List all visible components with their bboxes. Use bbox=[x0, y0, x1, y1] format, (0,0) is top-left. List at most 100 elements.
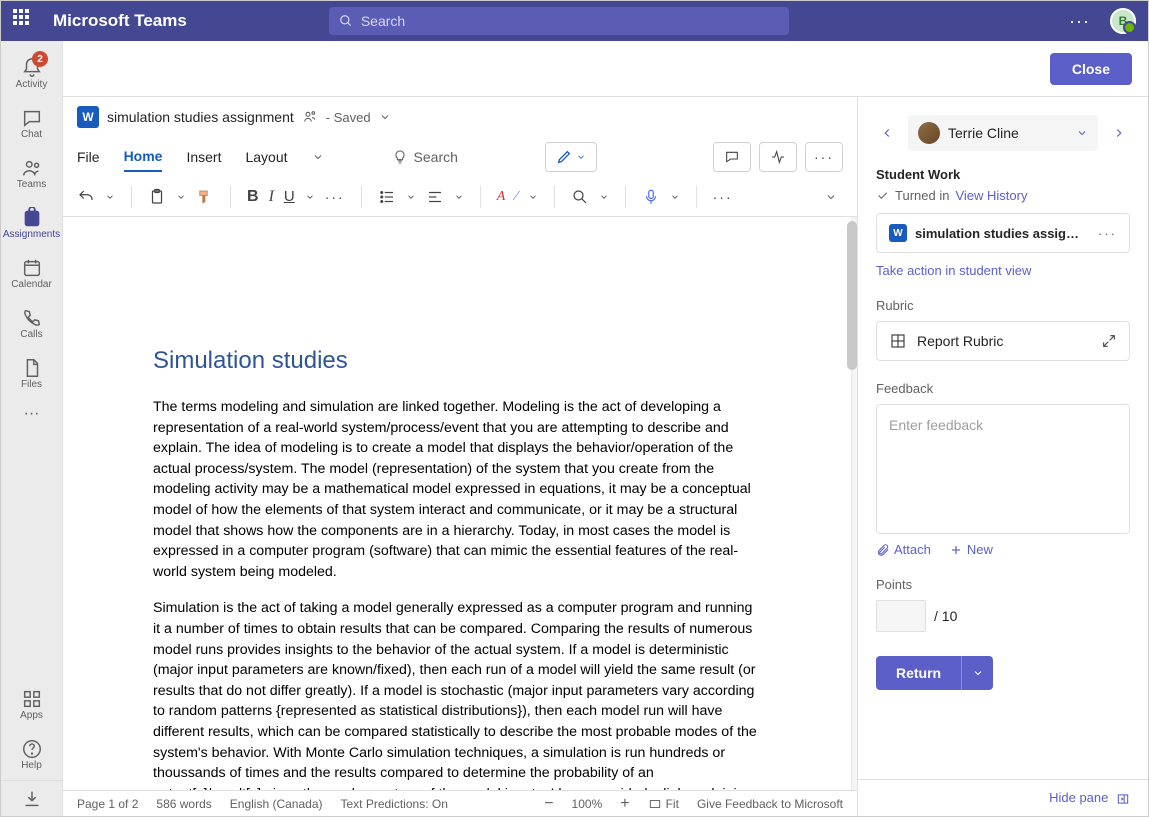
fit-icon bbox=[648, 797, 662, 811]
vertical-scrollbar[interactable] bbox=[847, 221, 857, 370]
rail-help[interactable]: Help bbox=[1, 730, 62, 778]
hide-pane-button[interactable]: Hide pane bbox=[858, 779, 1148, 816]
status-wordcount[interactable]: 586 words bbox=[156, 797, 211, 811]
rail-more[interactable]: ··· bbox=[1, 399, 62, 429]
rubric-section-label: Rubric bbox=[876, 298, 1130, 313]
document-page[interactable]: Simulation studies The terms modeling an… bbox=[63, 217, 851, 790]
tab-file[interactable]: File bbox=[77, 143, 100, 171]
more-font-button[interactable]: ··· bbox=[325, 189, 345, 205]
chevron-down-icon[interactable] bbox=[379, 111, 391, 123]
feedback-input[interactable] bbox=[876, 404, 1130, 534]
give-feedback-link[interactable]: Give Feedback to Microsoft bbox=[697, 797, 843, 811]
tab-insert[interactable]: Insert bbox=[186, 143, 221, 171]
settings-more-icon[interactable]: ··· bbox=[1061, 11, 1098, 32]
rail-files[interactable]: Files bbox=[1, 349, 62, 397]
chevron-down-icon[interactable] bbox=[105, 192, 115, 202]
save-status: - Saved bbox=[326, 110, 371, 125]
global-search[interactable] bbox=[329, 7, 789, 35]
new-button[interactable]: New bbox=[949, 542, 993, 557]
more-commands-button[interactable]: ··· bbox=[713, 189, 733, 205]
user-avatar[interactable]: B bbox=[1110, 8, 1136, 34]
zoom-in-button[interactable]: + bbox=[620, 795, 629, 813]
chevron-down-icon[interactable] bbox=[454, 192, 464, 202]
student-selector[interactable]: Terrie Cline bbox=[908, 115, 1098, 151]
rail-teams[interactable]: Teams bbox=[1, 149, 62, 197]
help-icon bbox=[21, 738, 43, 760]
undo-icon bbox=[77, 188, 95, 206]
list-icon bbox=[378, 188, 396, 206]
find-button[interactable] bbox=[571, 188, 589, 206]
expand-icon bbox=[1101, 333, 1117, 349]
tab-layout[interactable]: Layout bbox=[245, 143, 287, 171]
tab-home[interactable]: Home bbox=[124, 142, 163, 172]
format-painter-button[interactable] bbox=[196, 188, 214, 206]
search-icon bbox=[571, 188, 589, 206]
chevron-left-icon bbox=[880, 126, 894, 140]
chevron-down-icon[interactable] bbox=[670, 192, 680, 202]
view-history-link[interactable]: View History bbox=[955, 188, 1027, 203]
chevron-down-icon[interactable] bbox=[406, 192, 416, 202]
document-scroll[interactable]: Simulation studies The terms modeling an… bbox=[63, 217, 857, 790]
undo-button[interactable] bbox=[77, 188, 95, 206]
catch-up-button[interactable] bbox=[759, 142, 797, 172]
rail-chat[interactable]: Chat bbox=[1, 99, 62, 147]
attachment-filename: simulation studies assig… bbox=[915, 226, 1090, 241]
chevron-down-icon[interactable] bbox=[599, 192, 609, 202]
search-icon bbox=[339, 14, 353, 28]
comments-button[interactable] bbox=[713, 142, 751, 172]
rail-calls[interactable]: Calls bbox=[1, 299, 62, 347]
return-button[interactable]: Return bbox=[876, 656, 961, 690]
prev-student-button[interactable] bbox=[876, 122, 898, 144]
format-painter-icon bbox=[196, 188, 214, 206]
attachment-card[interactable]: W simulation studies assig… ··· bbox=[876, 213, 1130, 253]
close-button[interactable]: Close bbox=[1050, 53, 1132, 85]
underline-button[interactable]: U bbox=[284, 188, 295, 205]
chevron-down-icon[interactable] bbox=[528, 192, 538, 202]
bold-button[interactable]: B bbox=[247, 188, 259, 206]
chevron-down-icon[interactable] bbox=[305, 192, 315, 202]
paste-button[interactable] bbox=[148, 188, 166, 206]
rubric-card[interactable]: Report Rubric bbox=[876, 321, 1130, 361]
rail-apps[interactable]: Apps bbox=[1, 680, 62, 728]
collapse-ribbon-button[interactable] bbox=[825, 191, 843, 203]
next-student-button[interactable] bbox=[1108, 122, 1130, 144]
chat-icon bbox=[21, 107, 43, 129]
feedback-section-label: Feedback bbox=[876, 381, 1130, 396]
chevron-down-icon bbox=[576, 152, 586, 162]
assignment-header-row: Close bbox=[63, 41, 1148, 97]
attach-button[interactable]: Attach bbox=[876, 542, 931, 557]
rail-calendar[interactable]: Calendar bbox=[1, 249, 62, 297]
styles-button[interactable]: A bbox=[497, 189, 506, 205]
rail-activity[interactable]: 2 Activity bbox=[1, 49, 62, 97]
attachment-more-button[interactable]: ··· bbox=[1098, 226, 1117, 241]
align-button[interactable] bbox=[426, 188, 444, 206]
return-dropdown-button[interactable] bbox=[961, 656, 993, 690]
align-icon bbox=[426, 188, 444, 206]
more-options-button[interactable]: ··· bbox=[805, 142, 843, 172]
bullets-button[interactable] bbox=[378, 188, 396, 206]
take-action-link[interactable]: Take action in student view bbox=[876, 263, 1130, 278]
fit-button[interactable]: Fit bbox=[648, 797, 679, 811]
chevron-down-icon[interactable] bbox=[312, 151, 324, 163]
doc-title: Simulation studies bbox=[153, 347, 761, 375]
status-language[interactable]: English (Canada) bbox=[230, 797, 323, 811]
status-page[interactable]: Page 1 of 2 bbox=[77, 797, 138, 811]
chevron-down-icon[interactable] bbox=[176, 192, 186, 202]
rail-assignments[interactable]: Assignments bbox=[1, 199, 62, 247]
phone-icon bbox=[21, 307, 43, 329]
global-search-input[interactable] bbox=[361, 13, 779, 29]
document-name[interactable]: simulation studies assignment bbox=[107, 109, 294, 125]
ribbon-tabs: File Home Insert Layout Search bbox=[63, 137, 857, 177]
italic-button[interactable]: I bbox=[269, 188, 274, 206]
tell-me-search[interactable]: Search bbox=[392, 149, 458, 165]
app-launcher-icon[interactable] bbox=[13, 9, 37, 33]
clipboard-icon bbox=[148, 188, 166, 206]
zoom-out-button[interactable]: − bbox=[544, 795, 553, 813]
app-name: Microsoft Teams bbox=[53, 11, 187, 31]
points-input[interactable] bbox=[876, 600, 926, 632]
rail-download[interactable] bbox=[1, 780, 62, 816]
turned-in-status: Turned in View History bbox=[876, 188, 1130, 203]
status-predictions[interactable]: Text Predictions: On bbox=[340, 797, 447, 811]
dictate-button[interactable] bbox=[642, 188, 660, 206]
editing-mode-button[interactable] bbox=[545, 142, 597, 172]
